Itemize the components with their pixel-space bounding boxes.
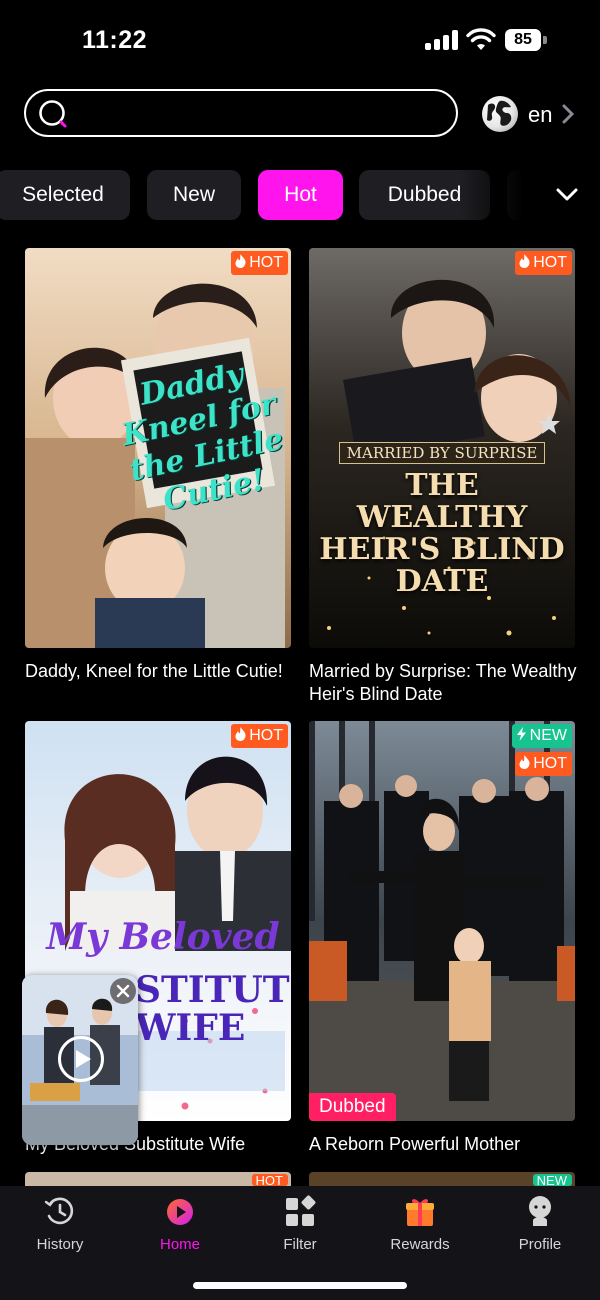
nav-item-home[interactable]: Home — [120, 1186, 240, 1276]
nav-label: Home — [159, 1236, 200, 1253]
nav-item-filter[interactable]: Filter — [240, 1186, 360, 1276]
search-icon — [38, 99, 68, 129]
tabs-fade — [460, 170, 600, 220]
drama-card-peek[interactable]: HOT — [25, 1172, 291, 1186]
flame-icon — [519, 252, 530, 268]
home-indicator — [193, 1282, 407, 1289]
hot-badge-label: HOT — [533, 755, 567, 772]
poster-title-art: My Beloved — [46, 916, 280, 958]
status-bar: 11:22 85 — [0, 0, 600, 80]
history-icon — [44, 1194, 76, 1228]
nav-item-history[interactable]: History — [0, 1186, 120, 1276]
flame-icon — [519, 753, 530, 769]
hot-badge: HOT — [515, 752, 572, 776]
tab-new[interactable]: New — [147, 170, 241, 220]
language-label[interactable]: en — [528, 102, 552, 128]
hot-badge-label: HOT — [249, 727, 283, 744]
wifi-icon — [466, 28, 496, 52]
play-icon[interactable] — [58, 1036, 104, 1082]
grid-icon — [284, 1194, 316, 1228]
battery-icon: 85 — [505, 29, 547, 51]
card-title[interactable]: Daddy, Kneel for the Little Cutie! — [25, 660, 295, 683]
category-tabs: Selected New Hot Dubbed M — [0, 170, 600, 220]
nav-item-profile[interactable]: Profile — [480, 1186, 600, 1276]
nav-item-rewards[interactable]: Rewards — [360, 1186, 480, 1276]
search-input[interactable] — [24, 89, 458, 137]
hot-badge-label: HOT — [533, 254, 567, 271]
nav-label: Profile — [518, 1236, 562, 1253]
hot-badge-label: HOT — [249, 254, 283, 271]
poster-title-art: THE WEALTHY HEIR'S BLIND DATE — [319, 468, 565, 599]
gift-icon — [404, 1194, 436, 1228]
battery-level: 85 — [505, 29, 541, 51]
hot-badge: HOT — [231, 251, 288, 275]
signal-icon — [425, 30, 459, 50]
flame-icon — [235, 252, 246, 268]
hot-badge: HOT — [231, 724, 288, 748]
poster-title-art-2: STITUTE WIFE — [135, 969, 291, 1049]
poster-image[interactable]: NEW HOT Dubbed — [309, 721, 575, 1121]
nav-label: Filter — [283, 1236, 317, 1253]
tab-selected[interactable]: Selected — [0, 170, 130, 220]
new-badge: NEW — [511, 724, 572, 748]
hot-badge: HOT — [251, 1174, 288, 1186]
chevron-right-icon[interactable] — [561, 104, 575, 124]
globe-icon[interactable] — [482, 96, 518, 132]
poster-subtitle-art: MARRIED BY SURPRISE — [339, 442, 545, 464]
play-circle-icon — [164, 1194, 196, 1228]
poster-image[interactable]: MARRIED BY SURPRISE THE WEALTHY HEIR'S B… — [309, 248, 575, 648]
card-title[interactable]: A Reborn Powerful Mother — [309, 1133, 579, 1156]
nav-label: Rewards — [390, 1236, 450, 1253]
dubbed-badge: Dubbed — [309, 1093, 396, 1121]
new-badge-label: NEW — [529, 727, 567, 744]
chevron-down-icon[interactable] — [556, 184, 578, 206]
card-title[interactable]: Married by Surprise: The Wealthy Heir's … — [309, 660, 579, 706]
new-badge: NEW — [532, 1174, 572, 1186]
lightning-icon — [516, 725, 527, 741]
poster-image[interactable]: Daddy Kneel for the Little Cutie! HOT — [25, 248, 291, 648]
nav-label: History — [36, 1236, 84, 1253]
drama-card-peek[interactable]: NEW — [309, 1172, 575, 1186]
status-time: 11:22 — [82, 26, 148, 54]
person-icon — [524, 1194, 556, 1228]
flame-icon — [235, 725, 246, 741]
tab-hot[interactable]: Hot — [258, 170, 343, 220]
close-icon[interactable] — [110, 978, 136, 1004]
hot-badge: HOT — [515, 251, 572, 275]
